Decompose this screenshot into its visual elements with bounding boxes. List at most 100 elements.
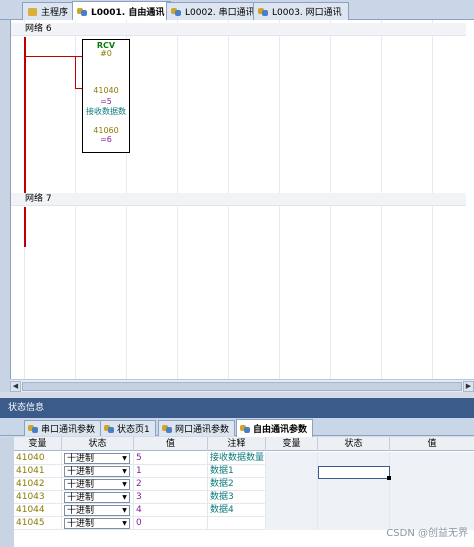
ladder-editor[interactable]: 网络 6 RCV #0 41040 =5 接收数据数 41060 =6 网络 7 bbox=[10, 20, 474, 392]
scroll-thumb[interactable] bbox=[22, 382, 462, 391]
cell-comment[interactable]: 数据3 bbox=[208, 491, 266, 504]
cell-variable-2[interactable] bbox=[266, 517, 318, 530]
tab-label: L0002. 串口通讯 bbox=[185, 8, 255, 18]
format-dropdown[interactable]: 十进制 ▼ bbox=[64, 505, 130, 516]
table-row[interactable]: 41043 十进制 ▼ 3 数据3 bbox=[14, 491, 474, 504]
power-rail-network-7 bbox=[24, 207, 26, 247]
tab-free-comm-params[interactable]: 自由通讯参数 bbox=[236, 419, 314, 437]
cell-comment[interactable]: 数据4 bbox=[208, 504, 266, 517]
column-header[interactable]: 注释 bbox=[208, 437, 266, 451]
cell-status[interactable]: 十进制 ▼ bbox=[62, 452, 134, 465]
cell-value-2[interactable] bbox=[390, 465, 474, 478]
ladder-grid bbox=[11, 20, 474, 392]
cell-variable[interactable]: 41045 bbox=[14, 517, 62, 530]
format-dropdown-value: 十进制 bbox=[67, 493, 95, 503]
cell-status-2[interactable] bbox=[318, 491, 390, 504]
format-dropdown[interactable]: 十进制 ▼ bbox=[64, 453, 130, 464]
chevron-down-icon[interactable]: ▼ bbox=[120, 493, 129, 502]
cell-value[interactable]: 2 bbox=[134, 478, 208, 491]
cell-value-2[interactable] bbox=[390, 452, 474, 465]
tab-network-params[interactable]: 网口通讯参数 bbox=[158, 420, 236, 436]
tab-free-communication[interactable]: L0001. 自由通讯 bbox=[72, 1, 172, 21]
cell-value-2[interactable] bbox=[390, 478, 474, 491]
cell-variable-2[interactable] bbox=[266, 452, 318, 465]
selected-cell[interactable] bbox=[318, 466, 391, 480]
cell-value[interactable]: 4 bbox=[134, 504, 208, 517]
tab-serial-params[interactable]: 串口通讯参数 bbox=[24, 420, 102, 436]
network-7-label: 网络 7 bbox=[25, 194, 52, 204]
cell-variable-2[interactable] bbox=[266, 491, 318, 504]
chevron-down-icon[interactable]: ▼ bbox=[120, 506, 129, 515]
column-header[interactable]: 状态 bbox=[318, 437, 390, 451]
cell-comment[interactable]: 接收数据数量 bbox=[208, 452, 266, 465]
cell-value[interactable]: 3 bbox=[134, 491, 208, 504]
cell-status[interactable]: 十进制 ▼ bbox=[62, 465, 134, 478]
cell-variable[interactable]: 41042 bbox=[14, 478, 62, 491]
tab-label: 网口通讯参数 bbox=[175, 425, 230, 435]
cell-variable-2[interactable] bbox=[266, 504, 318, 517]
column-header[interactable]: 值 bbox=[390, 437, 474, 451]
block-pin-0: #0 bbox=[100, 49, 112, 58]
cell-status-2[interactable] bbox=[318, 452, 390, 465]
format-dropdown[interactable]: 十进制 ▼ bbox=[64, 466, 130, 477]
cell-status[interactable]: 十进制 ▼ bbox=[62, 504, 134, 517]
cell-variable[interactable]: 41040 bbox=[14, 452, 62, 465]
cell-comment[interactable]: 数据2 bbox=[208, 478, 266, 491]
table-row[interactable]: 41042 十进制 ▼ 2 数据2 bbox=[14, 478, 474, 491]
program-tab-strip: 主程序 L0001. 自由通讯 L0002. 串口通讯 L0003. 网口通讯 bbox=[0, 0, 474, 21]
cell-value[interactable]: 1 bbox=[134, 465, 208, 478]
cell-status-2[interactable] bbox=[318, 504, 390, 517]
cell-status-2[interactable] bbox=[318, 517, 390, 530]
table-row[interactable]: 41041 十进制 ▼ 1 数据1 bbox=[14, 465, 474, 478]
cell-value-2[interactable] bbox=[390, 504, 474, 517]
column-header[interactable]: 变量 bbox=[266, 437, 318, 451]
cell-value[interactable]: 5 bbox=[134, 452, 208, 465]
cell-value[interactable]: 0 bbox=[134, 517, 208, 530]
network-6-header[interactable]: 网络 6 bbox=[11, 23, 466, 36]
column-header[interactable]: 状态 bbox=[62, 437, 134, 451]
rung-wire bbox=[75, 88, 82, 89]
rung-wire-vertical bbox=[75, 56, 76, 88]
block-value-1: =5 bbox=[100, 97, 112, 106]
scroll-left-icon[interactable]: ◀ bbox=[10, 381, 21, 392]
cell-status[interactable]: 十进制 ▼ bbox=[62, 491, 134, 504]
cell-value-2[interactable] bbox=[390, 491, 474, 504]
chevron-down-icon[interactable]: ▼ bbox=[120, 454, 129, 463]
cell-variable[interactable]: 41041 bbox=[14, 465, 62, 478]
cell-variable-2[interactable] bbox=[266, 478, 318, 491]
network-6-label: 网络 6 bbox=[25, 24, 52, 34]
cell-status[interactable]: 十进制 ▼ bbox=[62, 478, 134, 491]
network-7-header[interactable]: 网络 7 bbox=[11, 193, 466, 206]
scroll-right-icon[interactable]: ▶ bbox=[463, 381, 474, 392]
tab-network-communication[interactable]: L0003. 网口通讯 bbox=[253, 2, 349, 20]
chevron-down-icon[interactable]: ▼ bbox=[120, 467, 129, 476]
chevron-down-icon[interactable]: ▼ bbox=[120, 480, 129, 489]
cell-status-2[interactable] bbox=[318, 478, 390, 491]
column-header[interactable]: 变量 bbox=[14, 437, 62, 451]
tab-serial-communication[interactable]: L0002. 串口通讯 bbox=[166, 2, 262, 20]
rcv-function-block[interactable]: RCV #0 41040 =5 接收数据数 41060 =6 bbox=[82, 39, 130, 153]
table-header: 变量 状态 值 注释 变量 状态 值 bbox=[14, 437, 474, 451]
tab-status-page-1[interactable]: 状态页1 bbox=[100, 420, 156, 436]
tab-main-program[interactable]: 主程序 bbox=[22, 2, 76, 20]
chevron-down-icon[interactable]: ▼ bbox=[120, 519, 129, 528]
format-dropdown[interactable]: 十进制 ▼ bbox=[64, 518, 130, 529]
cell-comment[interactable]: 数据1 bbox=[208, 465, 266, 478]
tab-label: 串口通讯参数 bbox=[41, 425, 96, 435]
format-dropdown[interactable]: 十进制 ▼ bbox=[64, 492, 130, 503]
format-dropdown[interactable]: 十进制 ▼ bbox=[64, 479, 130, 490]
cell-status[interactable]: 十进制 ▼ bbox=[62, 517, 134, 530]
cell-variable-2[interactable] bbox=[266, 465, 318, 478]
cell-comment[interactable] bbox=[208, 517, 266, 530]
rung-wire bbox=[26, 56, 82, 57]
column-header[interactable]: 值 bbox=[134, 437, 208, 451]
table-row[interactable]: 41044 十进制 ▼ 4 数据4 bbox=[14, 504, 474, 517]
table-row[interactable]: 41040 十进制 ▼ 5 接收数据数量 bbox=[14, 452, 474, 465]
cell-variable[interactable]: 41044 bbox=[14, 504, 62, 517]
status-page-icon bbox=[162, 424, 173, 434]
editor-gutter bbox=[0, 20, 10, 392]
editor-horizontal-scrollbar[interactable]: ◀ ▶ bbox=[10, 379, 474, 392]
table-gutter bbox=[0, 437, 14, 547]
fill-handle[interactable] bbox=[387, 476, 391, 480]
cell-variable[interactable]: 41043 bbox=[14, 491, 62, 504]
